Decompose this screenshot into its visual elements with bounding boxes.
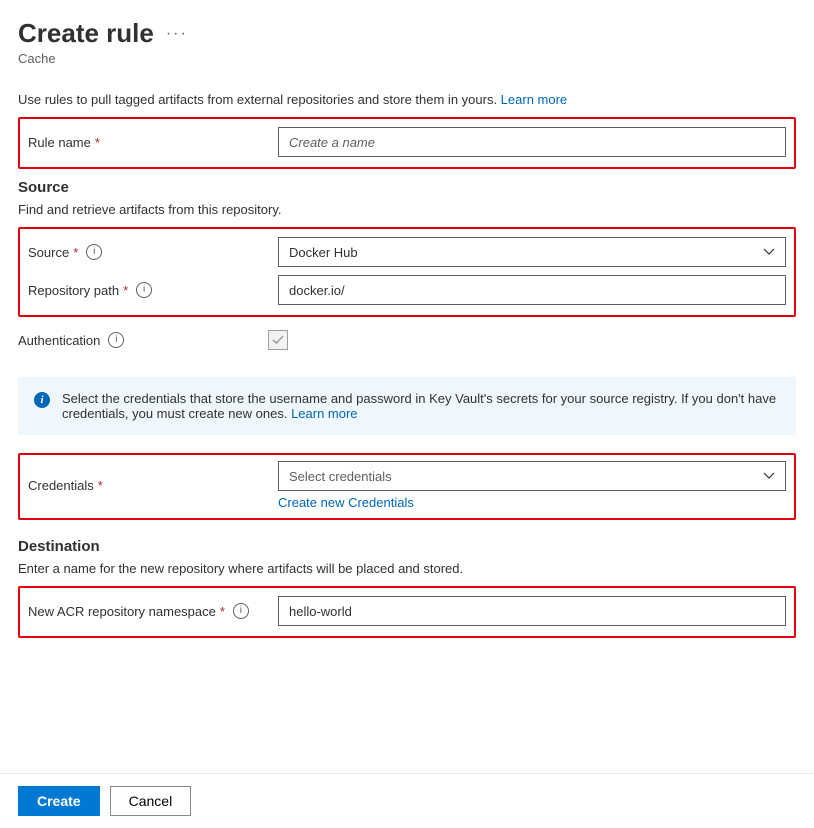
source-section-desc: Find and retrieve artifacts from this re…: [18, 202, 796, 217]
create-credentials-link[interactable]: Create new Credentials: [278, 495, 414, 510]
namespace-input[interactable]: [278, 596, 786, 626]
namespace-label: New ACR repository namespace* i: [28, 603, 278, 619]
source-select[interactable]: Docker Hub: [278, 237, 786, 267]
page-title: Create rule: [18, 18, 154, 49]
destination-section-title: Destination: [18, 538, 796, 555]
intro-text: Use rules to pull tagged artifacts from …: [18, 92, 796, 107]
destination-highlight: New ACR repository namespace* i: [18, 586, 796, 638]
rule-name-label: Rule name*: [28, 135, 278, 150]
info-icon[interactable]: i: [136, 282, 152, 298]
chevron-down-icon: [763, 246, 775, 258]
auth-checkbox: [268, 330, 288, 350]
learn-more-link[interactable]: Learn more: [501, 92, 567, 107]
repo-path-input[interactable]: [278, 275, 786, 305]
cancel-button[interactable]: Cancel: [110, 786, 192, 816]
info-icon[interactable]: i: [108, 332, 124, 348]
source-highlight: Source* i Docker Hub Repository path* i: [18, 227, 796, 317]
footer-bar: Create Cancel: [0, 773, 814, 828]
info-icon: i: [34, 392, 50, 408]
page-subtitle: Cache: [18, 51, 796, 66]
more-icon[interactable]: ···: [166, 25, 188, 43]
info-icon[interactable]: i: [86, 244, 102, 260]
destination-section-desc: Enter a name for the new repository wher…: [18, 561, 796, 576]
source-section-title: Source: [18, 179, 796, 196]
credentials-label: Credentials*: [28, 478, 278, 493]
source-label: Source* i: [28, 244, 278, 260]
info-icon[interactable]: i: [233, 603, 249, 619]
credentials-highlight: Credentials* Select credentials Create n…: [18, 453, 796, 520]
banner-learn-more-link[interactable]: Learn more: [291, 406, 357, 421]
credentials-info-banner: i Select the credentials that store the …: [18, 377, 796, 435]
repo-path-label: Repository path* i: [28, 282, 278, 298]
credentials-select[interactable]: Select credentials: [278, 461, 786, 491]
auth-label: Authentication i: [18, 332, 268, 348]
rule-name-input[interactable]: [278, 127, 786, 157]
rule-name-highlight: Rule name*: [18, 117, 796, 169]
create-button[interactable]: Create: [18, 786, 100, 816]
chevron-down-icon: [763, 470, 775, 482]
